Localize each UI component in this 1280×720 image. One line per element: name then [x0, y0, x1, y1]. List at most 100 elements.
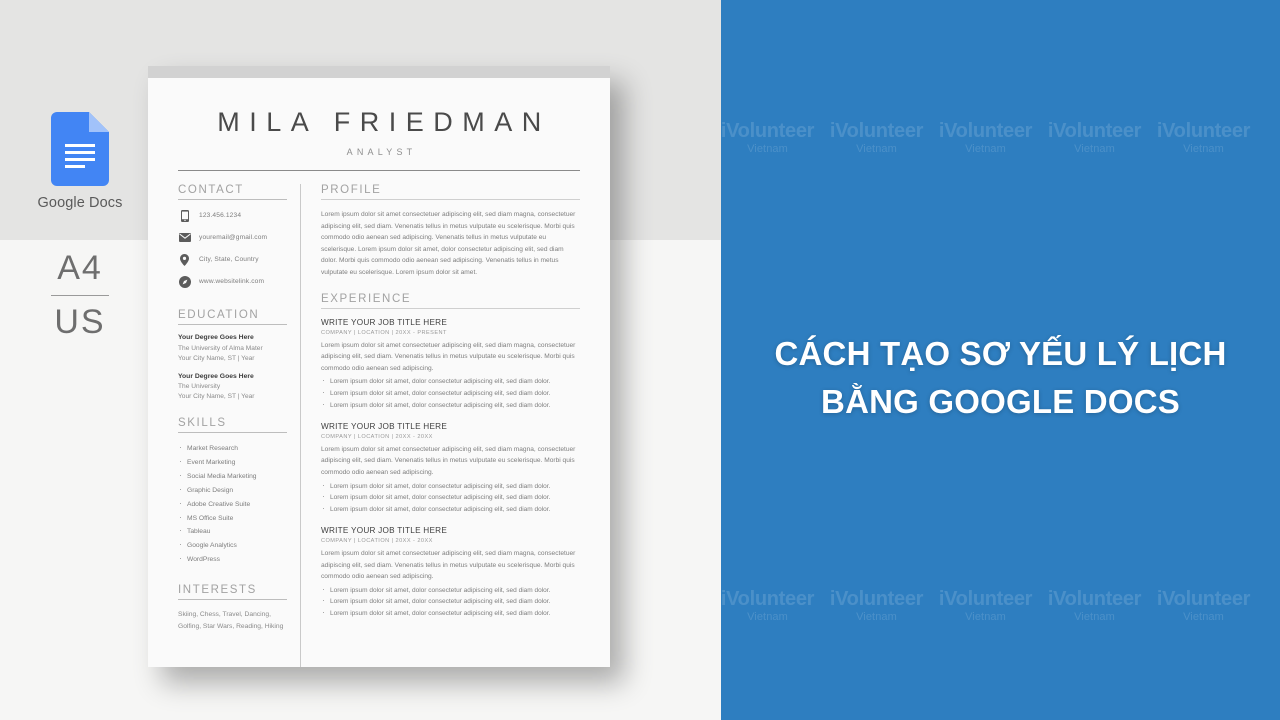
google-docs-badge: Google Docs — [0, 112, 160, 211]
paper-size-a4: A4 — [57, 249, 103, 287]
watermark-main: iVolunteer — [938, 588, 1033, 610]
education-entry: Your Degree Goes Here The University of … — [178, 334, 287, 364]
watermark-unit: iVolunteer Vietnam — [1149, 120, 1258, 156]
job-body: Lorem ipsum dolor sit amet consectetuer … — [321, 445, 576, 476]
job-title: WRITE YOUR JOB TITLE HERE — [321, 421, 448, 431]
skills-rule — [178, 432, 287, 433]
job-title: WRITE YOUR JOB TITLE HERE — [321, 317, 448, 327]
watermark-main: iVolunteer — [721, 120, 815, 142]
job-bullet: Lorem ipsum dolor sit amet, dolor consec… — [321, 607, 580, 620]
resume-columns: CONTACT 123.456.1234 youremail@gmail.com — [148, 184, 610, 667]
header-divider — [178, 170, 580, 171]
education-location: Your City Name, ST | Year — [178, 354, 255, 362]
experience-heading: EXPERIENCE — [321, 292, 412, 305]
job-meta: COMPANY | LOCATION | 20XX - 20XX — [321, 433, 433, 440]
watermark-unit: iVolunteer Vietnam — [931, 588, 1040, 624]
resume-name: MILA FRIEDMAN — [217, 107, 551, 137]
job-bullet: Lorem ipsum dolor sit amet, dolor consec… — [321, 387, 580, 400]
skill-item: Market Research — [178, 441, 287, 456]
education-rule — [178, 324, 287, 325]
paper-size-us: US — [54, 303, 106, 341]
skill-item: WordPress — [178, 552, 287, 567]
watermark-unit: iVolunteer Vietnam — [822, 120, 931, 156]
google-docs-icon — [51, 112, 109, 186]
watermark-sub: Vietnam — [965, 611, 1006, 623]
education-school: The University of Alma Mater — [178, 344, 263, 352]
watermark-unit: iVolunteer Vietnam — [721, 120, 822, 156]
envelope-icon — [178, 231, 191, 244]
contact-item-phone: 123.456.1234 — [178, 209, 287, 222]
watermark-unit: iVolunteer Vietnam — [822, 588, 931, 624]
watermark-main: iVolunteer — [938, 120, 1033, 142]
watermark-sub: Vietnam — [856, 143, 897, 155]
experience-entry: WRITE YOUR JOB TITLE HERE COMPANY | LOCA… — [321, 318, 580, 412]
watermark-row-top: iVolunteer Vietnam iVolunteer Vietnam iV… — [721, 120, 1280, 156]
skill-item: Tableau — [178, 524, 287, 539]
contact-website-text: www.websitelink.com — [199, 278, 265, 285]
education-entry: Your Degree Goes Here The University You… — [178, 373, 287, 403]
resume-document[interactable]: MILA FRIEDMAN ANALYST CONTACT 123.456.12… — [148, 78, 610, 667]
skill-item: Social Media Marketing — [178, 469, 287, 484]
job-body: Lorem ipsum dolor sit amet consectetuer … — [321, 549, 576, 581]
interests-heading: INTERESTS — [178, 584, 257, 597]
watermark-unit: iVolunteer Vietnam — [721, 588, 822, 624]
contact-location-text: City, State, Country — [199, 256, 259, 263]
skills-heading: SKILLS — [178, 417, 227, 429]
paper-size-indicator: A4 US — [0, 248, 160, 342]
skill-item: MS Office Suite — [178, 511, 287, 526]
experience-entry: WRITE YOUR JOB TITLE HERE COMPANY | LOCA… — [321, 526, 580, 620]
profile-body: Lorem ipsum dolor sit amet consectetuer … — [321, 211, 576, 276]
watermark-main: iVolunteer — [721, 588, 815, 610]
watermark-unit: iVolunteer Vietnam — [1149, 588, 1258, 624]
job-bullet: Lorem ipsum dolor sit amet, dolor consec… — [321, 584, 580, 597]
resume-role: ANALYST — [346, 147, 417, 157]
watermark-unit: iVolunteer Vietnam — [1040, 120, 1149, 156]
job-meta: COMPANY | LOCATION | 20XX - 20XX — [321, 537, 433, 544]
watermark-main: iVolunteer — [1156, 588, 1251, 610]
job-bullet: Lorem ipsum dolor sit amet, dolor consec… — [321, 375, 580, 388]
compass-icon — [178, 275, 191, 288]
document-header-bar — [148, 66, 610, 78]
resume-main-column: PROFILE Lorem ipsum dolor sit amet conse… — [321, 184, 580, 667]
skill-item: Google Analytics — [178, 538, 287, 553]
education-location: Your City Name, ST | Year — [178, 393, 255, 400]
watermark-unit: iVolunteer Vietnam — [931, 120, 1040, 156]
job-bullet: Lorem ipsum dolor sit amet, dolor consec… — [321, 596, 580, 608]
profile-rule — [321, 199, 580, 200]
job-bullet: Lorem ipsum dolor sit amet, dolor consec… — [321, 399, 580, 412]
paper-size-divider — [51, 295, 109, 296]
watermark-sub: Vietnam — [1183, 143, 1224, 155]
skill-item: Graphic Design — [178, 483, 287, 498]
interests-text: Skiing, Chess, Travel, Dancing, Golfing,… — [178, 611, 284, 630]
contact-item-email: youremail@gmail.com — [178, 231, 287, 244]
phone-icon — [178, 209, 191, 222]
watermark-sub: Vietnam — [747, 143, 788, 155]
watermark-row-bottom: iVolunteer Vietnam iVolunteer Vietnam iV… — [721, 588, 1280, 624]
resume-sidebar-column: CONTACT 123.456.1234 youremail@gmail.com — [178, 184, 300, 667]
watermark-sub: Vietnam — [856, 611, 897, 623]
headline-line-1: CÁCH TẠO SƠ YẾU LÝ LỊCH — [774, 335, 1227, 372]
watermark-main: iVolunteer — [1047, 588, 1142, 610]
watermark-unit: iVolunteer Vietnam — [1040, 588, 1149, 624]
watermark-sub: Vietnam — [1074, 143, 1115, 155]
headline-line-2: BẰNG GOOGLE DOCS — [821, 383, 1180, 420]
watermark-sub: Vietnam — [747, 611, 788, 623]
contact-item-location: City, State, Country — [178, 253, 287, 266]
job-meta: COMPANY | LOCATION | 20XX - PRESENT — [321, 329, 447, 336]
job-bullet: Lorem ipsum dolor sit amet, dolor consec… — [321, 480, 580, 493]
contact-heading: CONTACT — [178, 184, 244, 196]
profile-section: PROFILE Lorem ipsum dolor sit amet conse… — [321, 184, 580, 279]
skill-item: Event Marketing — [178, 455, 287, 470]
job-bullet: Lorem ipsum dolor sit amet, dolor consec… — [321, 503, 580, 516]
experience-section: EXPERIENCE WRITE YOUR JOB TITLE HERE COM… — [321, 293, 580, 621]
interests-rule — [178, 599, 287, 601]
profile-heading: PROFILE — [321, 184, 382, 196]
job-bullet: Lorem ipsum dolor sit amet, dolor consec… — [321, 491, 580, 504]
contact-item-website: www.websitelink.com — [178, 275, 287, 288]
contact-rule — [178, 199, 287, 200]
education-degree: Your Degree Goes Here — [178, 334, 254, 341]
job-title: WRITE YOUR JOB TITLE HERE — [321, 525, 448, 535]
left-panel: Google Docs A4 US MILA FRIEDMAN ANALYST … — [0, 0, 721, 720]
education-degree: Your Degree Goes Here — [178, 372, 254, 380]
experience-rule — [321, 307, 580, 309]
